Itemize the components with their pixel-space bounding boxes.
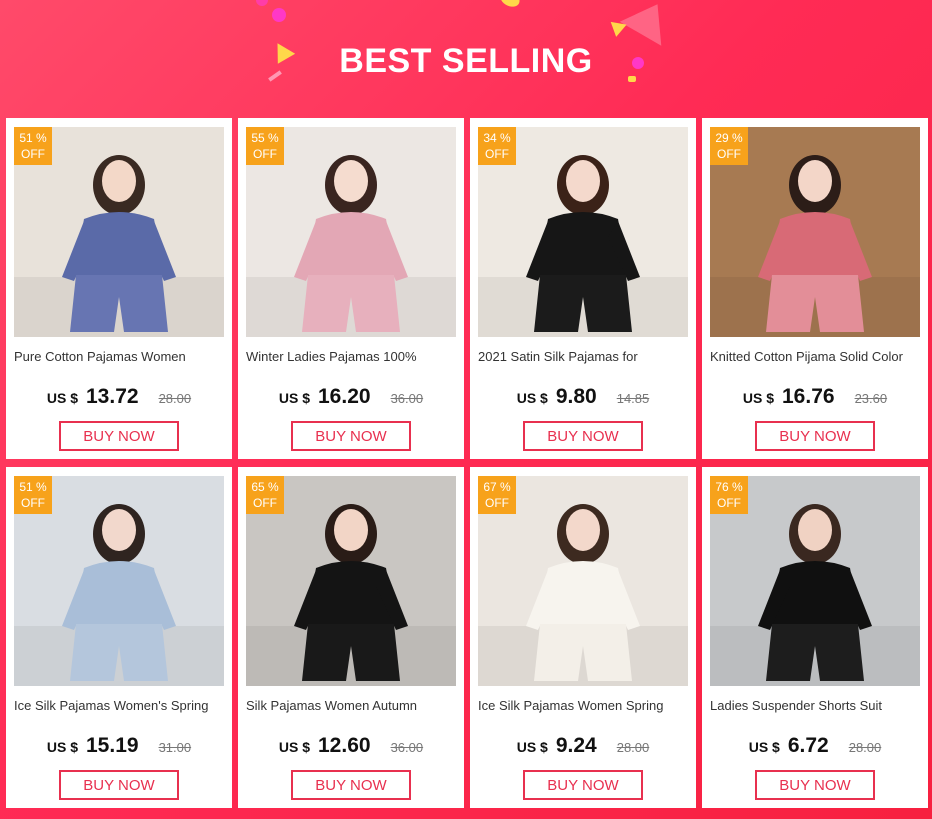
original-price: 28.00 (158, 391, 192, 406)
discount-badge: 76 % OFF (710, 476, 748, 514)
price-row: US $ 16.20 36.00 (246, 385, 456, 409)
price-row: US $ 6.72 28.00 (710, 734, 920, 758)
product-name[interactable]: Pure Cotton Pajamas Women (14, 349, 224, 367)
currency-label: US $ (516, 739, 548, 755)
product-image[interactable]: 34 % OFF (478, 127, 688, 337)
sale-price: 15.19 (86, 734, 139, 757)
currency-label: US $ (748, 739, 780, 755)
currency-label: US $ (516, 390, 548, 406)
original-price: 36.00 (390, 740, 424, 755)
product-card[interactable]: 76 % OFF Ladies Suspender Shorts Suit US… (702, 467, 928, 808)
original-price: 31.00 (158, 740, 192, 755)
product-card[interactable]: 51 % OFF Pure Cotton Pajamas Women US $ … (6, 118, 232, 459)
price-row: US $ 16.76 23.60 (710, 385, 920, 409)
product-name[interactable]: Ladies Suspender Shorts Suit (710, 698, 920, 716)
sale-price: 6.72 (787, 734, 829, 757)
page-title: BEST SELLING (339, 42, 593, 80)
product-card[interactable]: 67 % OFF Ice Silk Pajamas Women Spring U… (470, 467, 696, 808)
sale-price: 9.80 (555, 385, 597, 408)
sale-price: 13.72 (86, 385, 139, 408)
product-card[interactable]: 65 % OFF Silk Pajamas Women Autumn US $ … (238, 467, 464, 808)
currency-label: US $ (46, 390, 78, 406)
discount-off-label: OFF (21, 496, 45, 510)
discount-off-label: OFF (253, 496, 277, 510)
discount-percent: 34 % (483, 131, 511, 145)
discount-off-label: OFF (485, 147, 509, 161)
original-price: 14.85 (616, 391, 650, 406)
price-row: US $ 9.24 28.00 (478, 734, 688, 758)
product-image[interactable]: 65 % OFF (246, 476, 456, 686)
discount-badge: 55 % OFF (246, 127, 284, 165)
discount-badge: 29 % OFF (710, 127, 748, 165)
discount-off-label: OFF (253, 147, 277, 161)
confetti-triangle (619, 0, 679, 46)
discount-off-label: OFF (485, 496, 509, 510)
product-card[interactable]: 51 % OFF Ice Silk Pajamas Women's Spring… (6, 467, 232, 808)
product-name[interactable]: 2021 Satin Silk Pajamas for (478, 349, 688, 367)
discount-percent: 51 % (19, 131, 47, 145)
product-image[interactable]: 51 % OFF (14, 476, 224, 686)
original-price: 36.00 (390, 391, 424, 406)
buy-now-button[interactable]: BUY NOW (755, 770, 875, 800)
discount-percent: 29 % (715, 131, 743, 145)
product-image[interactable]: 67 % OFF (478, 476, 688, 686)
product-card[interactable]: 34 % OFF 2021 Satin Silk Pajamas for US … (470, 118, 696, 459)
product-image[interactable]: 29 % OFF (710, 127, 920, 337)
product-card[interactable]: 55 % OFF Winter Ladies Pajamas 100% US $… (238, 118, 464, 459)
currency-label: US $ (278, 739, 310, 755)
product-name[interactable]: Silk Pajamas Women Autumn (246, 698, 456, 716)
buy-now-button[interactable]: BUY NOW (59, 421, 179, 451)
discount-percent: 67 % (483, 480, 511, 494)
buy-now-button[interactable]: BUY NOW (523, 421, 643, 451)
discount-percent: 51 % (19, 480, 47, 494)
confetti-dot (272, 8, 286, 22)
product-name[interactable]: Winter Ladies Pajamas 100% (246, 349, 456, 367)
sale-price: 16.76 (782, 385, 835, 408)
sale-price: 9.24 (555, 734, 597, 757)
currency-label: US $ (742, 390, 774, 406)
product-name[interactable]: Ice Silk Pajamas Women's Spring (14, 698, 224, 716)
product-image[interactable]: 55 % OFF (246, 127, 456, 337)
discount-badge: 34 % OFF (478, 127, 516, 165)
currency-label: US $ (46, 739, 78, 755)
discount-off-label: OFF (717, 147, 741, 161)
product-image[interactable]: 76 % OFF (710, 476, 920, 686)
original-price: 23.60 (854, 391, 888, 406)
discount-badge: 67 % OFF (478, 476, 516, 514)
discount-percent: 65 % (251, 480, 279, 494)
buy-now-button[interactable]: BUY NOW (523, 770, 643, 800)
discount-badge: 51 % OFF (14, 127, 52, 165)
sale-price: 12.60 (318, 734, 371, 757)
original-price: 28.00 (848, 740, 882, 755)
buy-now-button[interactable]: BUY NOW (755, 421, 875, 451)
discount-off-label: OFF (21, 147, 45, 161)
confetti-coin (497, 0, 523, 10)
product-name[interactable]: Ice Silk Pajamas Women Spring (478, 698, 688, 716)
buy-now-button[interactable]: BUY NOW (59, 770, 179, 800)
buy-now-button[interactable]: BUY NOW (291, 421, 411, 451)
discount-percent: 76 % (715, 480, 743, 494)
discount-percent: 55 % (251, 131, 279, 145)
discount-badge: 51 % OFF (14, 476, 52, 514)
price-row: US $ 15.19 31.00 (14, 734, 224, 758)
original-price: 28.00 (616, 740, 650, 755)
product-grid: 51 % OFF Pure Cotton Pajamas Women US $ … (6, 118, 928, 808)
confetti-dot (256, 0, 268, 6)
product-name[interactable]: Knitted Cotton Pijama Solid Color (710, 349, 920, 367)
price-row: US $ 13.72 28.00 (14, 385, 224, 409)
price-row: US $ 12.60 36.00 (246, 734, 456, 758)
buy-now-button[interactable]: BUY NOW (291, 770, 411, 800)
header-banner: BEST SELLING (0, 0, 932, 118)
currency-label: US $ (278, 390, 310, 406)
price-row: US $ 9.80 14.85 (478, 385, 688, 409)
sale-price: 16.20 (318, 385, 371, 408)
discount-off-label: OFF (717, 496, 741, 510)
product-image[interactable]: 51 % OFF (14, 127, 224, 337)
page: BEST SELLING 51 % OFF Pure Cotton Pajama… (0, 0, 932, 819)
product-card[interactable]: 29 % OFF Knitted Cotton Pijama Solid Col… (702, 118, 928, 459)
discount-badge: 65 % OFF (246, 476, 284, 514)
